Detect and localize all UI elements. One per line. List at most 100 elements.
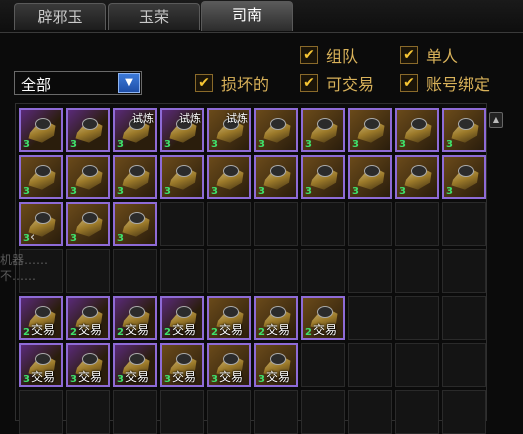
inventory-slot[interactable] [442, 249, 486, 293]
compass-item[interactable]: 3 [113, 155, 157, 199]
compass-item[interactable]: 3 [66, 108, 110, 152]
item-trade-label: 交易 [266, 370, 291, 384]
background-overlay-text: 机器…… 不…… [0, 253, 49, 283]
compass-item[interactable]: 3 [442, 155, 486, 199]
compass-item[interactable]: 3 [301, 108, 345, 152]
inventory-slot[interactable] [348, 390, 392, 434]
compass-item[interactable]: 3 [254, 155, 298, 199]
filter-tradable-checkbox[interactable]: ✔ 可交易 [300, 73, 375, 94]
inventory-slot[interactable] [113, 249, 157, 293]
category-dropdown[interactable]: 全部 ▼ [14, 71, 142, 95]
compass-item[interactable]: 3 [301, 155, 345, 199]
filter-team-checkbox[interactable]: ✔ 组队 [300, 45, 358, 66]
compass-item[interactable]: 3 [66, 155, 110, 199]
inventory-slot[interactable] [207, 249, 251, 293]
inventory-slot[interactable] [207, 390, 251, 434]
item-quantity: 3 [258, 186, 265, 197]
compass-item[interactable]: 3 [207, 155, 251, 199]
inventory-slot[interactable] [301, 202, 345, 246]
inventory-slot[interactable] [348, 202, 392, 246]
inventory-slot[interactable] [207, 202, 251, 246]
filter-damaged-checkbox[interactable]: ✔ 损坏的 [195, 73, 269, 94]
item-trade-label: 交易 [125, 370, 150, 384]
item-quantity: 3 [446, 186, 453, 197]
compass-item[interactable]: 3 [254, 108, 298, 152]
inventory-slot[interactable] [113, 390, 157, 434]
compass-item[interactable]: 3 [348, 155, 392, 199]
compass-item[interactable]: 2 交易 [113, 296, 157, 340]
compass-item[interactable]: 3 交易 [66, 343, 110, 387]
compass-item[interactable]: 2 交易 [301, 296, 345, 340]
inventory-slot[interactable] [442, 296, 486, 340]
inventory-slot[interactable] [442, 390, 486, 434]
inventory-slot[interactable] [160, 202, 204, 246]
compass-item[interactable]: 3 交易 [207, 343, 251, 387]
chevron-down-icon[interactable]: ▼ [118, 73, 140, 93]
inventory-slot[interactable] [254, 249, 298, 293]
inventory-slot[interactable] [395, 202, 439, 246]
inventory-slot[interactable] [254, 202, 298, 246]
compass-bowl-icon [364, 165, 380, 177]
compass-item[interactable]: 3 [160, 155, 204, 199]
inventory-slot[interactable] [348, 343, 392, 387]
compass-item[interactable]: 2 交易 [254, 296, 298, 340]
inventory-slot[interactable] [66, 249, 110, 293]
compass-item[interactable]: 2 交易 [207, 296, 251, 340]
inventory-slot[interactable] [395, 343, 439, 387]
inventory-slot[interactable] [301, 343, 345, 387]
compass-item[interactable]: 3 交易 [113, 343, 157, 387]
compass-item[interactable]: 3 [395, 108, 439, 152]
inventory-slot[interactable] [395, 390, 439, 434]
compass-item[interactable]: 2 交易 [66, 296, 110, 340]
item-quantity: 3 [117, 233, 124, 244]
compass-item[interactable]: 3 试炼 [160, 108, 204, 152]
tab-yurong[interactable]: 玉荣 [108, 3, 200, 30]
inventory-slot[interactable] [395, 296, 439, 340]
inventory-slot[interactable] [395, 249, 439, 293]
item-quantity: 3 [70, 233, 77, 244]
item-quantity: 3 [211, 186, 218, 197]
inventory-slot[interactable] [19, 390, 63, 434]
compass-item[interactable]: 3 [442, 108, 486, 152]
compass-bowl-icon [129, 165, 145, 177]
compass-bowl-icon [82, 165, 98, 177]
inventory-slot[interactable] [442, 343, 486, 387]
compass-item[interactable]: 3 [19, 202, 63, 246]
scroll-up-icon[interactable]: ▲ [489, 112, 503, 128]
chevron-left-icon[interactable]: ‹ [30, 230, 35, 245]
compass-item[interactable]: 3 交易 [19, 343, 63, 387]
item-quantity: 3 [399, 139, 406, 150]
compass-item[interactable]: 3 交易 [254, 343, 298, 387]
compass-bowl-icon [35, 165, 51, 177]
filter-solo-checkbox[interactable]: ✔ 单人 [400, 45, 458, 66]
inventory-slot[interactable] [254, 390, 298, 434]
inventory-slot[interactable] [66, 390, 110, 434]
compass-item[interactable]: 3 [113, 202, 157, 246]
tab-compass[interactable]: 司南 [201, 1, 293, 31]
inventory-slot[interactable] [348, 249, 392, 293]
compass-item[interactable]: 3 [66, 202, 110, 246]
compass-bowl-icon [82, 212, 98, 224]
compass-item[interactable]: 3 试炼 [113, 108, 157, 152]
item-trial-tag: 试炼 [179, 112, 201, 125]
compass-item[interactable]: 2 交易 [19, 296, 63, 340]
compass-item[interactable]: 2 交易 [160, 296, 204, 340]
item-quantity: 3 [23, 139, 30, 150]
compass-item[interactable]: 3 [348, 108, 392, 152]
compass-bowl-icon [82, 353, 98, 365]
inventory-slot[interactable] [442, 202, 486, 246]
filter-tradable-label: 可交易 [326, 75, 375, 94]
compass-item[interactable]: 3 交易 [160, 343, 204, 387]
compass-item[interactable]: 3 [19, 108, 63, 152]
inventory-slot[interactable] [301, 249, 345, 293]
inventory-slot[interactable] [160, 390, 204, 434]
inventory-slot[interactable] [348, 296, 392, 340]
item-quantity: 3 [305, 139, 312, 150]
compass-item[interactable]: 3 [395, 155, 439, 199]
inventory-slot[interactable] [301, 390, 345, 434]
tab-pixie-jade[interactable]: 辟邪玉 [14, 3, 106, 30]
compass-item[interactable]: 3 [19, 155, 63, 199]
inventory-slot[interactable] [160, 249, 204, 293]
compass-item[interactable]: 3 试炼 [207, 108, 251, 152]
filter-account-bound-checkbox[interactable]: ✔ 账号绑定 [400, 73, 490, 94]
